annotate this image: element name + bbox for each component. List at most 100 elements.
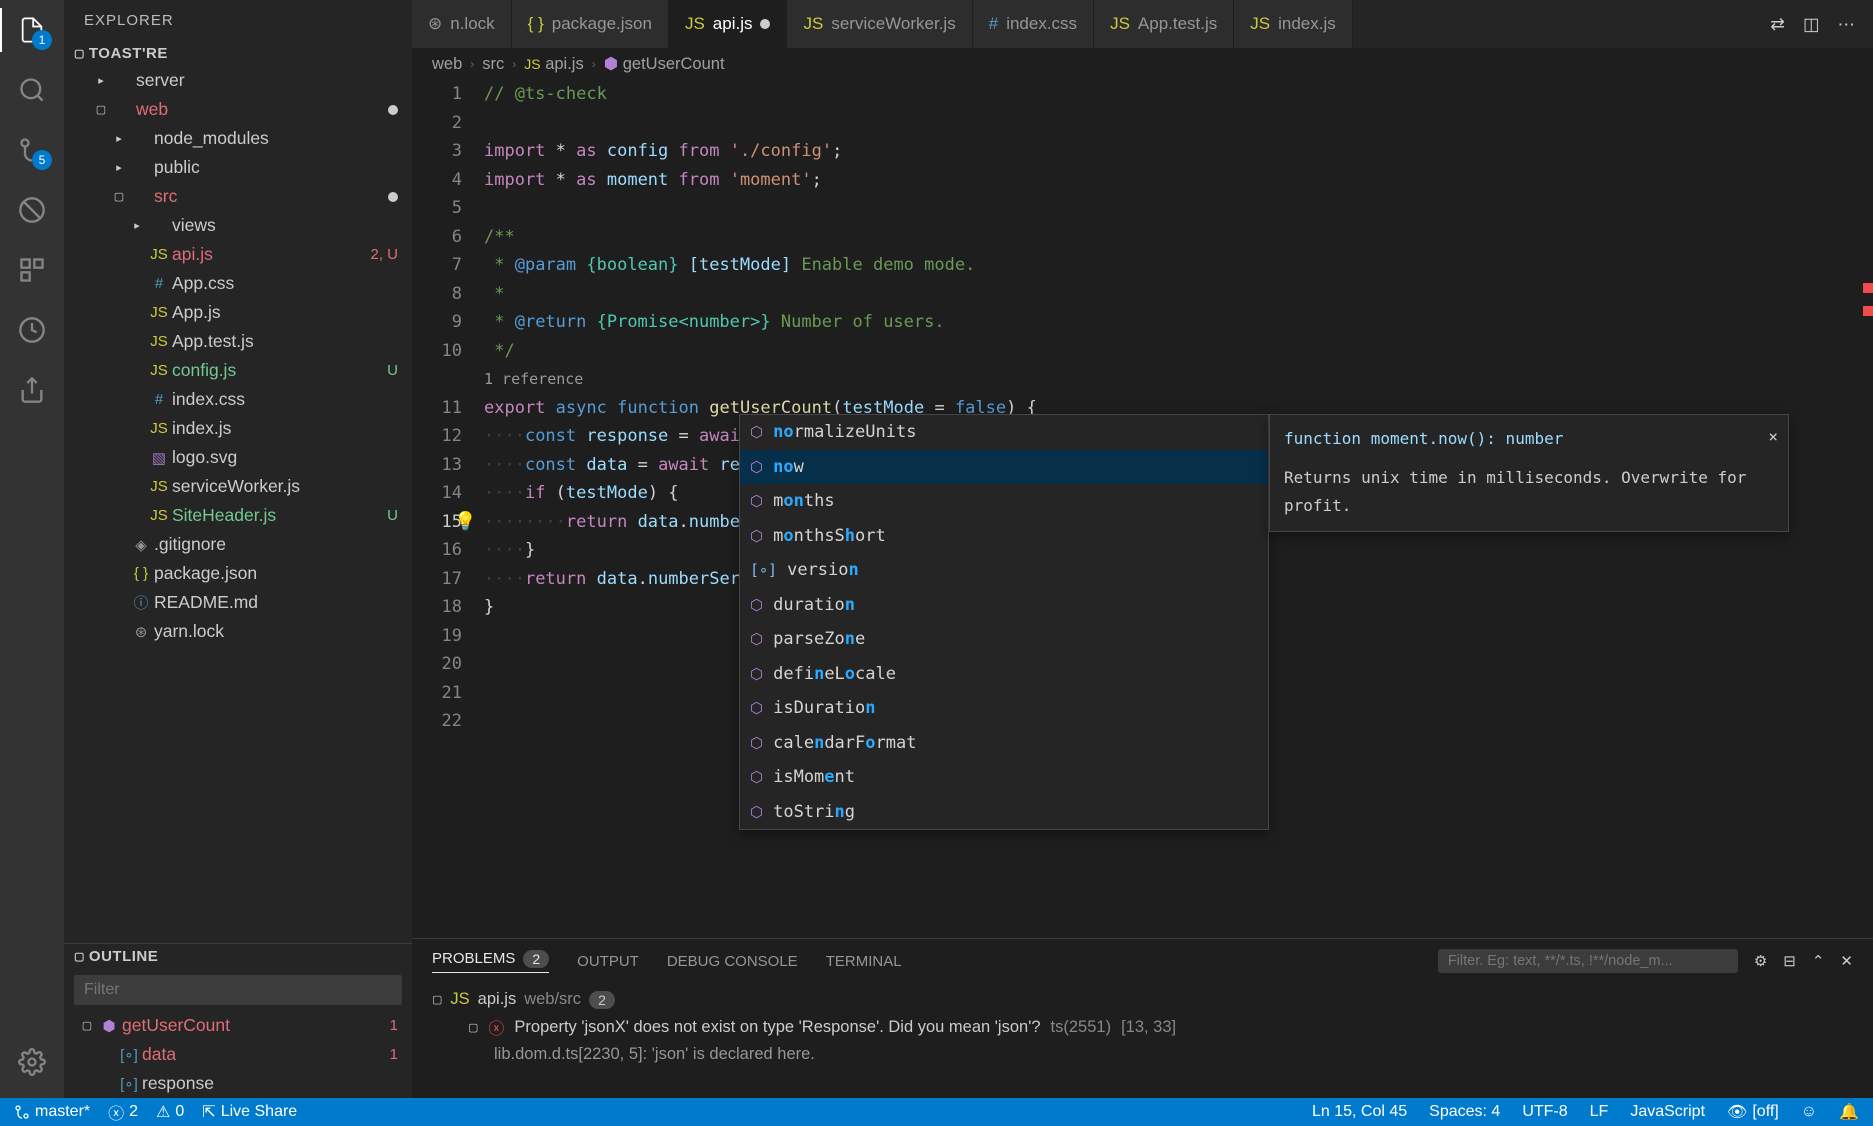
panel-tab[interactable]: OUTPUT — [577, 953, 639, 970]
breadcrumb-item[interactable]: web — [432, 55, 462, 74]
compare-icon[interactable]: ⇄ — [1770, 14, 1785, 35]
overview-ruler[interactable] — [1857, 128, 1873, 628]
outline-filter-input[interactable] — [74, 975, 402, 1005]
tree-item[interactable]: #index.css — [64, 385, 412, 414]
editor-tab[interactable]: { }package.json — [512, 0, 669, 48]
code-line[interactable] — [484, 109, 1873, 138]
tree-item[interactable]: ▸server — [64, 66, 412, 95]
encoding[interactable]: UTF-8 — [1522, 1103, 1567, 1121]
tree-item[interactable]: JSApp.test.js — [64, 327, 412, 356]
panel-close-icon[interactable]: ✕ — [1840, 952, 1853, 970]
tree-item[interactable]: JSserviceWorker.js — [64, 472, 412, 501]
project-section-header[interactable]: ▢ TOAST'RE — [64, 41, 412, 66]
intellisense-item[interactable]: ⬡duration — [740, 588, 1268, 623]
warning-count[interactable]: ⚠ 0 — [156, 1102, 184, 1122]
extensions-icon[interactable] — [16, 254, 48, 286]
intellisense-item[interactable]: ⬡normalizeUnits — [740, 415, 1268, 450]
tree-item[interactable]: ◈.gitignore — [64, 530, 412, 559]
breadcrumb[interactable]: web›src›JS api.js›⬢ getUserCount — [412, 48, 1873, 80]
code-line[interactable]: */ — [484, 337, 1873, 366]
outline-item[interactable]: ▢⬢getUserCount1 — [64, 1011, 412, 1040]
tree-item[interactable]: #App.css — [64, 269, 412, 298]
panel-tab[interactable]: DEBUG CONSOLE — [667, 953, 798, 970]
close-icon[interactable]: × — [1768, 423, 1778, 452]
intellisense-item[interactable]: [∘]version — [740, 553, 1268, 588]
settings-gear-icon[interactable] — [16, 1046, 48, 1078]
editor-tab[interactable]: JSserviceWorker.js — [787, 0, 972, 48]
search-icon[interactable] — [16, 74, 48, 106]
intellisense-item[interactable]: ⬡isDuration — [740, 691, 1268, 726]
live-share[interactable]: ⇱ Live Share — [202, 1102, 297, 1122]
error-count[interactable]: ⓧ 2 — [108, 1100, 138, 1124]
tree-item[interactable]: JSindex.js — [64, 414, 412, 443]
git-branch[interactable]: master* — [14, 1103, 90, 1121]
tree-item[interactable]: JSApp.js — [64, 298, 412, 327]
explorer-icon[interactable]: 1 — [16, 14, 48, 46]
editor-tab[interactable]: JSapi.js — [669, 0, 788, 48]
editor-tab[interactable]: JSApp.test.js — [1094, 0, 1234, 48]
intellisense-item[interactable]: ⬡monthsShort — [740, 519, 1268, 554]
history-icon[interactable] — [16, 314, 48, 346]
ruler-error-mark[interactable] — [1863, 306, 1873, 316]
source-control-icon[interactable]: 5 — [16, 134, 48, 166]
code-line[interactable] — [484, 194, 1873, 223]
breadcrumb-item[interactable]: src — [482, 55, 504, 74]
code-line[interactable]: // @ts-check — [484, 80, 1873, 109]
outline-item[interactable]: [∘]data1 — [64, 1040, 412, 1069]
bell-icon[interactable]: 🔔 — [1839, 1102, 1859, 1122]
tree-item[interactable]: ⓘREADME.md — [64, 588, 412, 617]
breadcrumb-item[interactable]: JS api.js — [524, 55, 583, 74]
code-line[interactable]: import * as config from './config'; — [484, 137, 1873, 166]
collapse-icon[interactable]: ⊟ — [1783, 952, 1796, 970]
lightbulb-icon[interactable]: 💡 — [454, 508, 476, 537]
intellisense-item[interactable]: ⬡parseZone — [740, 622, 1268, 657]
code-line[interactable]: * @param {boolean} [testMode] Enable dem… — [484, 251, 1873, 280]
debug-icon[interactable] — [16, 194, 48, 226]
feedback[interactable]: 👁 [off] — [1727, 1102, 1779, 1122]
more-icon[interactable]: ⋯ — [1838, 14, 1856, 35]
problems-filter-input[interactable] — [1438, 949, 1738, 973]
code-line[interactable]: * — [484, 280, 1873, 309]
ruler-error-mark[interactable] — [1863, 283, 1873, 293]
tree-item[interactable]: JSapi.js2, U — [64, 240, 412, 269]
cursor-position[interactable]: Ln 15, Col 45 — [1312, 1103, 1407, 1121]
intellisense-item[interactable]: ⬡months — [740, 484, 1268, 519]
eol[interactable]: LF — [1590, 1103, 1609, 1121]
tree-item[interactable]: ▢src — [64, 182, 412, 211]
problem-item[interactable]: ▢ ⓧ Property 'jsonX' does not exist on t… — [432, 1012, 1853, 1042]
tree-item[interactable]: ▸node_modules — [64, 124, 412, 153]
split-icon[interactable]: ◫ — [1803, 14, 1820, 35]
intellisense-item[interactable]: ⬡defineLocale — [740, 657, 1268, 692]
share-icon[interactable] — [16, 374, 48, 406]
panel-tab[interactable]: TERMINAL — [826, 953, 902, 970]
tree-item[interactable]: ⊛yarn.lock — [64, 617, 412, 646]
intellisense-popup[interactable]: ⬡normalizeUnits⬡now⬡months⬡monthsShort[∘… — [739, 414, 1269, 830]
tree-item[interactable]: JSSiteHeader.jsU — [64, 501, 412, 530]
intellisense-item[interactable]: ⬡calendarFormat — [740, 726, 1268, 761]
tree-item[interactable]: ▢web — [64, 95, 412, 124]
tree-item[interactable]: ▸public — [64, 153, 412, 182]
intellisense-item[interactable]: ⬡isMoment — [740, 760, 1268, 795]
code-editor[interactable]: 12345678910 111213141516171819202122 // … — [412, 80, 1873, 938]
tree-item[interactable]: JSconfig.jsU — [64, 356, 412, 385]
problem-file-row[interactable]: ▢ JS api.js web/src 2 — [432, 987, 1853, 1012]
code-line[interactable]: /** — [484, 223, 1873, 252]
code-line[interactable]: * @return {Promise<number>} Number of us… — [484, 308, 1873, 337]
editor-tab[interactable]: ⊛n.lock — [412, 0, 512, 48]
panel-tab[interactable]: PROBLEMS2 — [432, 950, 549, 973]
smiley-icon[interactable]: ☺ — [1801, 1103, 1817, 1121]
editor-tab[interactable]: #index.css — [973, 0, 1094, 48]
breadcrumb-item[interactable]: ⬢ getUserCount — [604, 54, 725, 74]
language-mode[interactable]: JavaScript — [1630, 1103, 1705, 1121]
intellisense-item[interactable]: ⬡toString — [740, 795, 1268, 830]
outline-section-header[interactable]: ▢ OUTLINE — [64, 944, 412, 969]
panel-up-icon[interactable]: ⌃ — [1812, 952, 1825, 970]
tree-item[interactable]: ▧logo.svg — [64, 443, 412, 472]
code-line[interactable]: import * as moment from 'moment'; — [484, 166, 1873, 195]
editor-tab[interactable]: JSindex.js — [1234, 0, 1352, 48]
indent-setting[interactable]: Spaces: 4 — [1429, 1103, 1500, 1121]
codelens[interactable]: 1 reference — [484, 365, 1873, 394]
tree-item[interactable]: ▸views — [64, 211, 412, 240]
outline-item[interactable]: [∘]response — [64, 1069, 412, 1098]
filter-settings-icon[interactable]: ⚙ — [1754, 952, 1767, 970]
